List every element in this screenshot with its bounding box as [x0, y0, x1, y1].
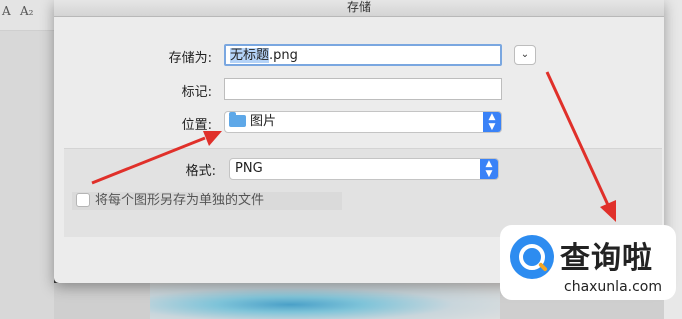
watermark-badge: 查询啦 chaxunla.com: [500, 225, 676, 300]
arrow-to-location: [91, 136, 206, 185]
arrow-down-right: [545, 71, 610, 206]
arrowhead-location: [203, 131, 222, 146]
magnifier-logo-icon: [510, 235, 554, 279]
watermark-url: chaxunla.com: [564, 279, 662, 295]
watermark-title: 查询啦: [560, 241, 653, 276]
